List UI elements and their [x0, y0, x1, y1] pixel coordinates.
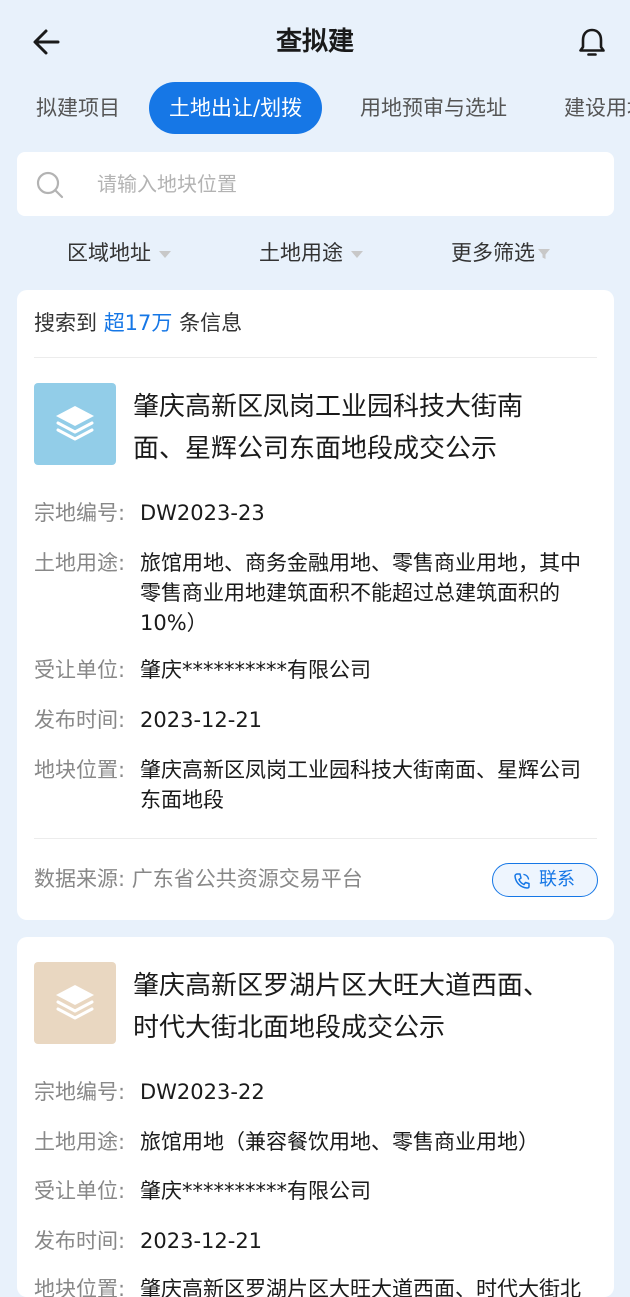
- divider: [34, 838, 597, 839]
- land-use: 旅馆用地、商务金融用地、零售商业用地，其中零售商业用地建筑面积不能超过总建筑面积…: [140, 551, 581, 635]
- layers-icon: [56, 985, 94, 1020]
- filter-bar: 区域地址 土地用途 更多筛选: [0, 230, 630, 276]
- publish-time: 2023-12-21: [140, 1229, 263, 1253]
- listing-title[interactable]: 肇庆高新区凤岗工业园科技大街南面、星辉公司东面地段成交公示: [133, 386, 573, 470]
- result-count: 搜索到 超17万 条信息: [34, 311, 243, 335]
- search-icon: [35, 170, 65, 200]
- tab-construction-land[interactable]: 建设用地: [564, 82, 630, 134]
- divider: [34, 357, 597, 358]
- land-use: 旅馆用地（兼容餐饮用地、零售商业用地）: [140, 1130, 539, 1154]
- listing-title[interactable]: 肇庆高新区罗湖片区大旺大道西面、时代大街北面地段成交公示: [133, 965, 573, 1049]
- phone-icon: [514, 873, 530, 889]
- page-title: 查拟建: [275, 27, 354, 57]
- notification-bell-icon[interactable]: [572, 22, 612, 62]
- search-placeholder: 请输入地块位置: [97, 172, 237, 196]
- parcel-number: DW2023-22: [140, 1080, 265, 1104]
- filter-more-label: 更多筛选: [451, 241, 535, 265]
- result-card[interactable]: 肇庆高新区罗湖片区大旺大道西面、时代大街北面地段成交公示 宗地编号: DW202…: [17, 937, 614, 1297]
- transferee: 肇庆**********有限公司: [140, 1179, 371, 1203]
- caret-down-icon: [159, 250, 171, 258]
- transferee: 肇庆**********有限公司: [140, 658, 371, 682]
- parcel-location: 肇庆高新区罗湖片区大旺大道西面、时代大街北面地段: [140, 1277, 581, 1297]
- result-count-value: 超17万: [103, 311, 173, 335]
- category-tabs: 拟建项目 土地出让/划拨 用地预审与选址 建设用地: [0, 82, 630, 136]
- caret-down-icon: [351, 250, 363, 258]
- search-input[interactable]: 请输入地块位置: [17, 152, 614, 216]
- top-bar: 查拟建: [0, 0, 630, 82]
- parcel-location: 肇庆高新区凤岗工业园科技大街南面、星辉公司东面地段: [140, 758, 581, 812]
- contact-button[interactable]: 联系: [492, 863, 598, 897]
- parcel-thumbnail: [34, 962, 116, 1044]
- filter-more[interactable]: 更多筛选: [451, 230, 551, 276]
- funnel-icon: [538, 249, 550, 259]
- tab-proposed-projects[interactable]: 拟建项目: [36, 82, 120, 134]
- filter-land-use[interactable]: 土地用途: [259, 230, 363, 276]
- tab-land-preapproval[interactable]: 用地预审与选址: [360, 82, 507, 134]
- filter-region[interactable]: 区域地址: [67, 230, 171, 276]
- result-card[interactable]: 搜索到 超17万 条信息 肇庆高新区凤岗工业园科技大街南面、星辉公司东面地段成交…: [17, 290, 614, 920]
- tab-land-transfer[interactable]: 土地出让/划拨: [149, 82, 323, 134]
- layers-icon: [56, 406, 94, 441]
- parcel-thumbnail: [34, 383, 116, 465]
- filter-region-label: 区域地址: [67, 241, 151, 265]
- data-source: 数据来源: 广东省公共资源交易平台: [34, 867, 363, 891]
- parcel-number: DW2023-23: [140, 501, 265, 525]
- filter-land-use-label: 土地用途: [259, 241, 343, 265]
- contact-label: 联系: [539, 869, 575, 890]
- publish-time: 2023-12-21: [140, 708, 263, 732]
